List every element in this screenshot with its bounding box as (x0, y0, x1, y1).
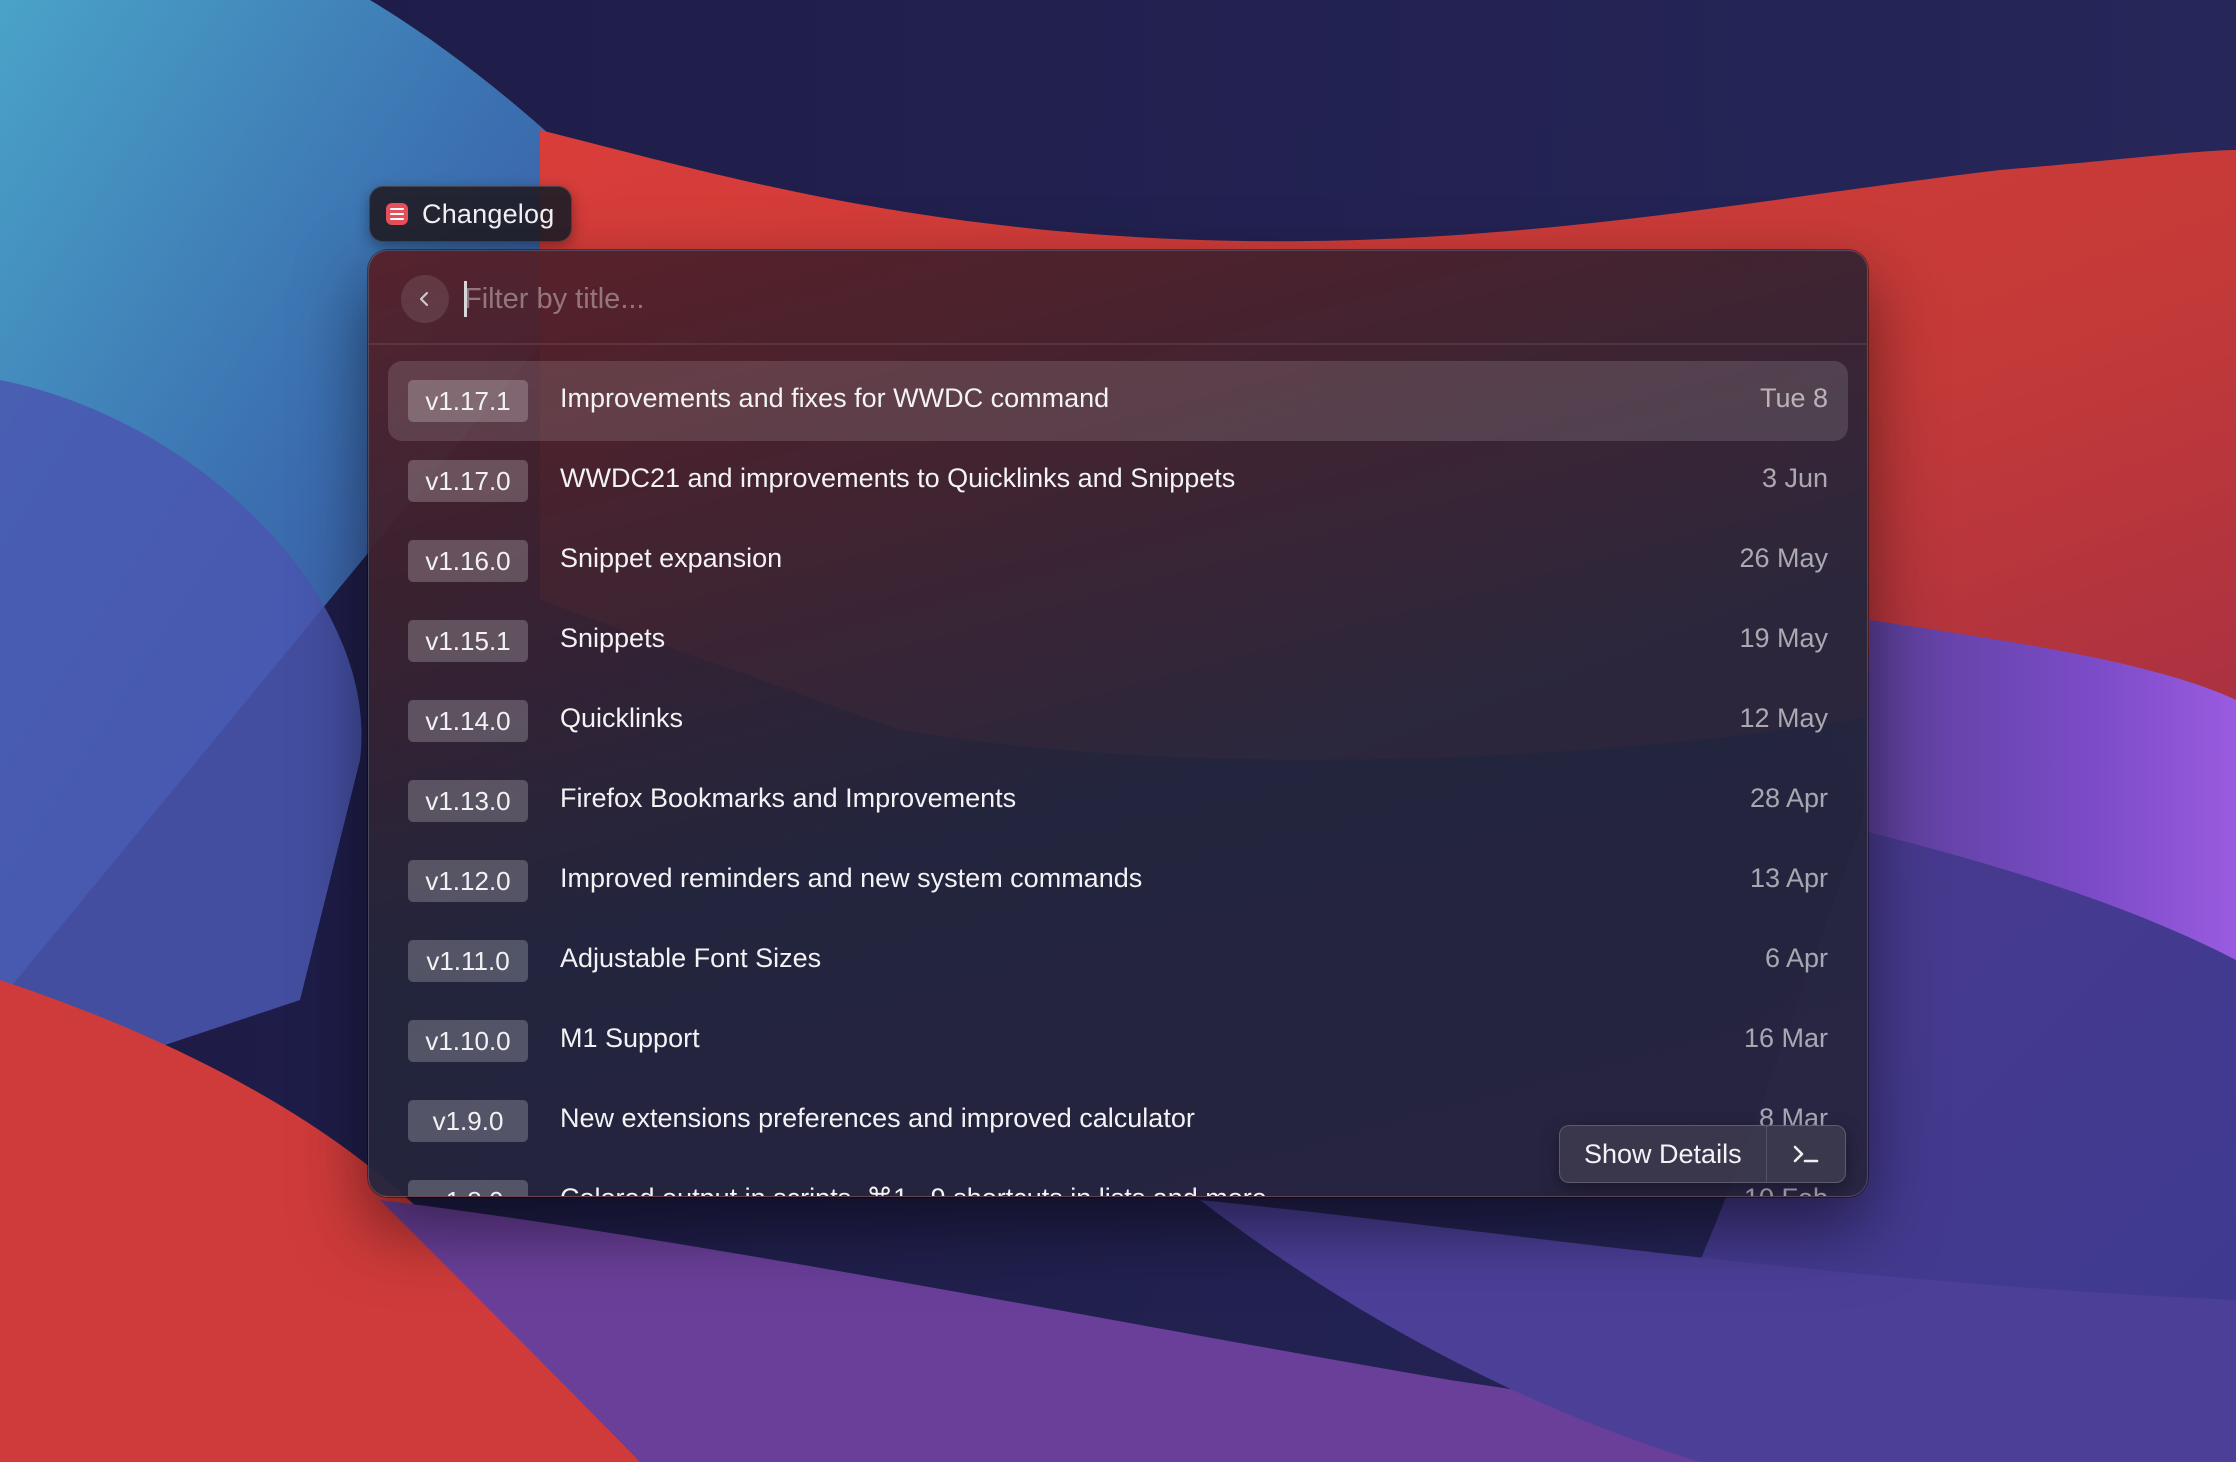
changelog-row[interactable]: v1.16.0 Snippet expansion 26 May (388, 521, 1848, 601)
version-tag: v1.17.1 (408, 380, 528, 422)
version-tag: v1.17.0 (408, 460, 528, 502)
changelog-date: 6 Apr (1764, 943, 1828, 973)
changelog-date: 16 Mar (1743, 1023, 1828, 1053)
changelog-title: Quicklinks (560, 703, 684, 733)
changelog-title: New extensions preferences and improved … (560, 1103, 1195, 1133)
command-title: Changelog (422, 198, 555, 229)
search-input[interactable] (464, 273, 1824, 325)
version-tag: v1.8.0 (408, 1180, 528, 1196)
changelog-row[interactable]: v1.15.1 Snippets 19 May (388, 601, 1848, 681)
terminal-prompt-icon (1793, 1145, 1818, 1163)
version-tag: v1.16.0 (408, 540, 528, 582)
changelog-title: Firefox Bookmarks and Improvements (560, 783, 1017, 813)
back-button[interactable] (401, 275, 449, 323)
changelog-date: 26 May (1739, 543, 1828, 573)
changelog-date: Tue 8 (1759, 383, 1828, 413)
changelog-date: 10 Feb (1744, 1183, 1828, 1196)
changelog-date: 3 Jun (1761, 463, 1828, 493)
changelog-title: M1 Support (560, 1023, 700, 1053)
changelog-date: 13 Apr (1749, 863, 1828, 893)
changelog-title: Snippet expansion (560, 543, 783, 573)
version-tag: v1.15.1 (408, 620, 528, 662)
version-tag: v1.12.0 (408, 860, 528, 902)
changelog-row[interactable]: v1.14.0 Quicklinks 12 May (388, 681, 1848, 761)
text-cursor (464, 281, 467, 317)
chevron-left-icon (419, 291, 429, 307)
command-title-pill: Changelog (369, 186, 573, 242)
changelog-date: 12 May (1739, 703, 1828, 733)
changelog-row[interactable]: v1.11.0 Adjustable Font Sizes 6 Apr (388, 921, 1848, 1001)
version-tag: v1.10.0 (408, 1020, 528, 1062)
actions-menu-button[interactable] (1767, 1126, 1845, 1182)
version-tag: v1.9.0 (408, 1100, 528, 1142)
search-bar (369, 251, 1867, 345)
changelog-row[interactable]: v1.10.0 M1 Support 16 Mar (388, 1001, 1848, 1081)
changelog-window: v1.17.1 Improvements and fixes for WWDC c… (368, 250, 1868, 1197)
version-tag: v1.13.0 (408, 780, 528, 822)
changelog-title: Improved reminders and new system comman… (560, 863, 1143, 893)
changelog-title: Adjustable Font Sizes (560, 943, 822, 973)
changelog-row[interactable]: v1.13.0 Firefox Bookmarks and Improvement… (388, 761, 1848, 841)
changelog-title: Improvements and fixes for WWDC command (560, 383, 1110, 413)
changelog-title: Colored output in scripts, ⌘1...9 shortc… (560, 1183, 1267, 1196)
changelog-title: Snippets (560, 623, 666, 653)
changelog-title: WWDC21 and improvements to Quicklinks an… (560, 463, 1236, 493)
changelog-row[interactable]: v1.17.1 Improvements and fixes for WWDC c… (388, 361, 1848, 441)
changelog-row[interactable]: v1.12.0 Improved reminders and new system… (388, 841, 1848, 921)
changelog-date: 19 May (1739, 623, 1828, 653)
changelog-list: v1.17.1 Improvements and fixes for WWDC c… (388, 361, 1848, 1196)
action-bar: Show Details (1559, 1125, 1846, 1183)
changelog-date: 28 Apr (1749, 783, 1828, 813)
changelog-row[interactable]: v1.17.0 WWDC21 and improvements to Quickl… (388, 441, 1848, 521)
list-icon (386, 203, 408, 225)
version-tag: v1.14.0 (408, 700, 528, 742)
version-tag: v1.11.0 (408, 940, 528, 982)
show-details-button[interactable]: Show Details (1560, 1126, 1767, 1182)
